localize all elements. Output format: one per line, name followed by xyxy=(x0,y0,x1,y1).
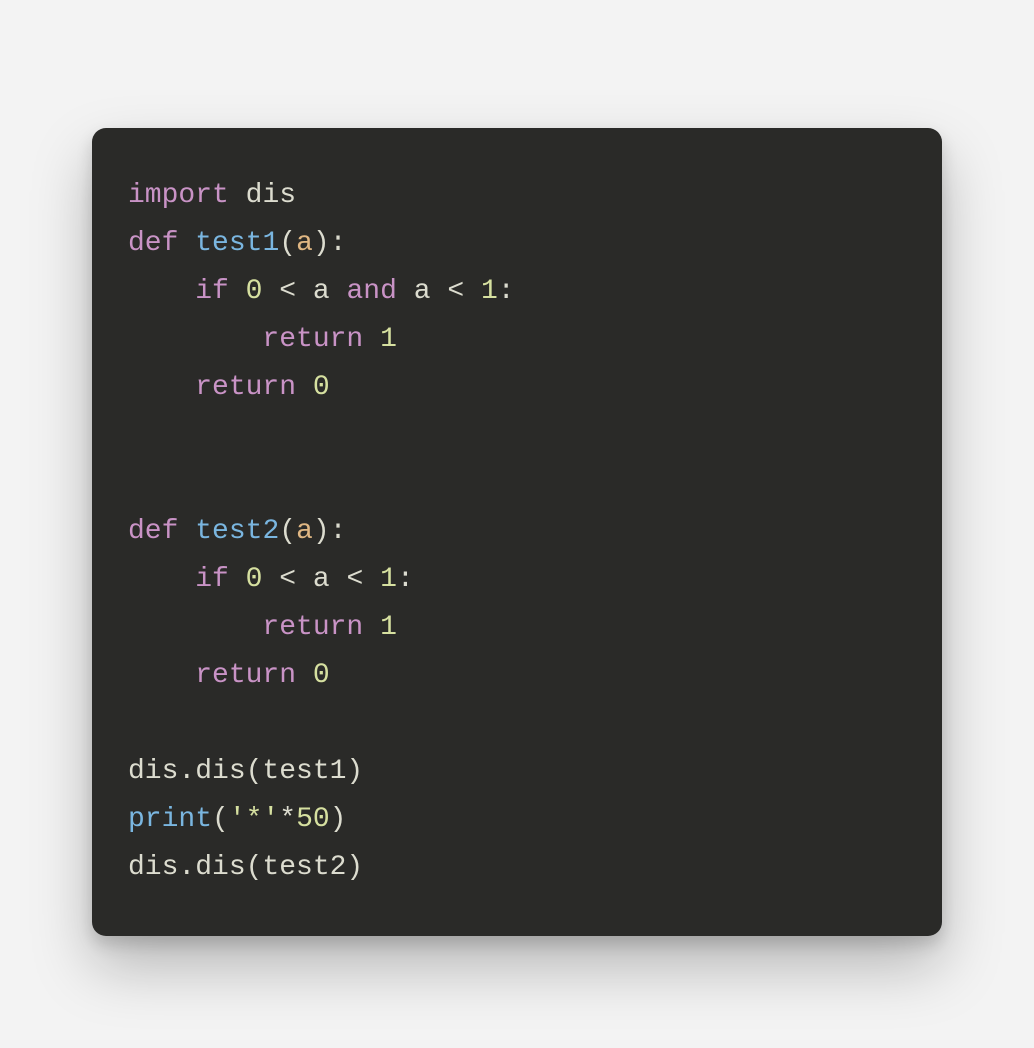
code-token xyxy=(363,564,380,595)
code-token: '*' xyxy=(229,804,279,835)
code-line: if 0 < a < 1: xyxy=(128,564,414,595)
code-line: return 0 xyxy=(128,372,330,403)
code-token: ) xyxy=(330,804,347,835)
code-token xyxy=(178,228,195,259)
code-token: return xyxy=(195,660,296,691)
code-token: test1 xyxy=(195,228,279,259)
code-token: and xyxy=(347,276,397,307)
code-token: : xyxy=(397,564,414,595)
code-token: < xyxy=(279,276,296,307)
code-token: dis xyxy=(246,180,296,211)
code-token: a xyxy=(397,276,447,307)
code-token: : xyxy=(498,276,515,307)
code-token: a xyxy=(296,564,346,595)
code-token: 1 xyxy=(380,564,397,595)
code-token: 0 xyxy=(246,564,263,595)
code-token xyxy=(178,516,195,547)
code-line: print('*'*50) xyxy=(128,804,346,835)
code-token: 1 xyxy=(481,276,498,307)
code-token: < xyxy=(447,276,464,307)
code-token: import xyxy=(128,180,229,211)
code-token: print xyxy=(128,804,212,835)
code-token: ( xyxy=(279,516,296,547)
code-token: test2 xyxy=(195,516,279,547)
code-token: 1 xyxy=(380,324,397,355)
code-line: return 1 xyxy=(128,324,397,355)
code-token: if xyxy=(195,564,229,595)
code-token: dis.dis(test1) xyxy=(128,756,363,787)
code-line: def test1(a): xyxy=(128,228,346,259)
code-token xyxy=(128,372,195,403)
code-token: ( xyxy=(212,804,229,835)
code-token xyxy=(262,276,279,307)
code-token: * xyxy=(279,804,296,835)
code-token xyxy=(229,276,246,307)
code-token: ): xyxy=(313,516,347,547)
code-token: a xyxy=(296,276,346,307)
code-token: 50 xyxy=(296,804,330,835)
code-token xyxy=(128,612,262,643)
code-token: 1 xyxy=(380,612,397,643)
code-token: return xyxy=(262,324,363,355)
code-token xyxy=(128,276,195,307)
code-line: import dis xyxy=(128,180,296,211)
code-token: a xyxy=(296,228,313,259)
code-token xyxy=(229,180,246,211)
code-token xyxy=(128,660,195,691)
code-line: dis.dis(test2) xyxy=(128,852,363,883)
code-token: ): xyxy=(313,228,347,259)
code-line: if 0 < a and a < 1: xyxy=(128,276,515,307)
code-token: < xyxy=(347,564,364,595)
code-line: return 0 xyxy=(128,660,330,691)
code-token xyxy=(464,276,481,307)
code-line: def test2(a): xyxy=(128,516,346,547)
code-token: ( xyxy=(279,228,296,259)
code-line: dis.dis(test1) xyxy=(128,756,363,787)
code-token: def xyxy=(128,516,178,547)
code-token: a xyxy=(296,516,313,547)
code-token: dis.dis(test2) xyxy=(128,852,363,883)
code-token: 0 xyxy=(246,276,263,307)
code-block: import dis def test1(a): if 0 < a and a … xyxy=(128,172,906,892)
code-token xyxy=(128,324,262,355)
code-token: 0 xyxy=(313,372,330,403)
code-token xyxy=(296,660,313,691)
code-token xyxy=(128,564,195,595)
code-token xyxy=(363,612,380,643)
code-card: import dis def test1(a): if 0 < a and a … xyxy=(92,128,942,936)
code-token xyxy=(296,372,313,403)
code-token: return xyxy=(262,612,363,643)
code-token: def xyxy=(128,228,178,259)
code-token xyxy=(229,564,246,595)
code-token xyxy=(363,324,380,355)
code-token: 0 xyxy=(313,660,330,691)
code-token: return xyxy=(195,372,296,403)
code-token: if xyxy=(195,276,229,307)
code-token: < xyxy=(279,564,296,595)
code-line: return 1 xyxy=(128,612,397,643)
code-token xyxy=(262,564,279,595)
